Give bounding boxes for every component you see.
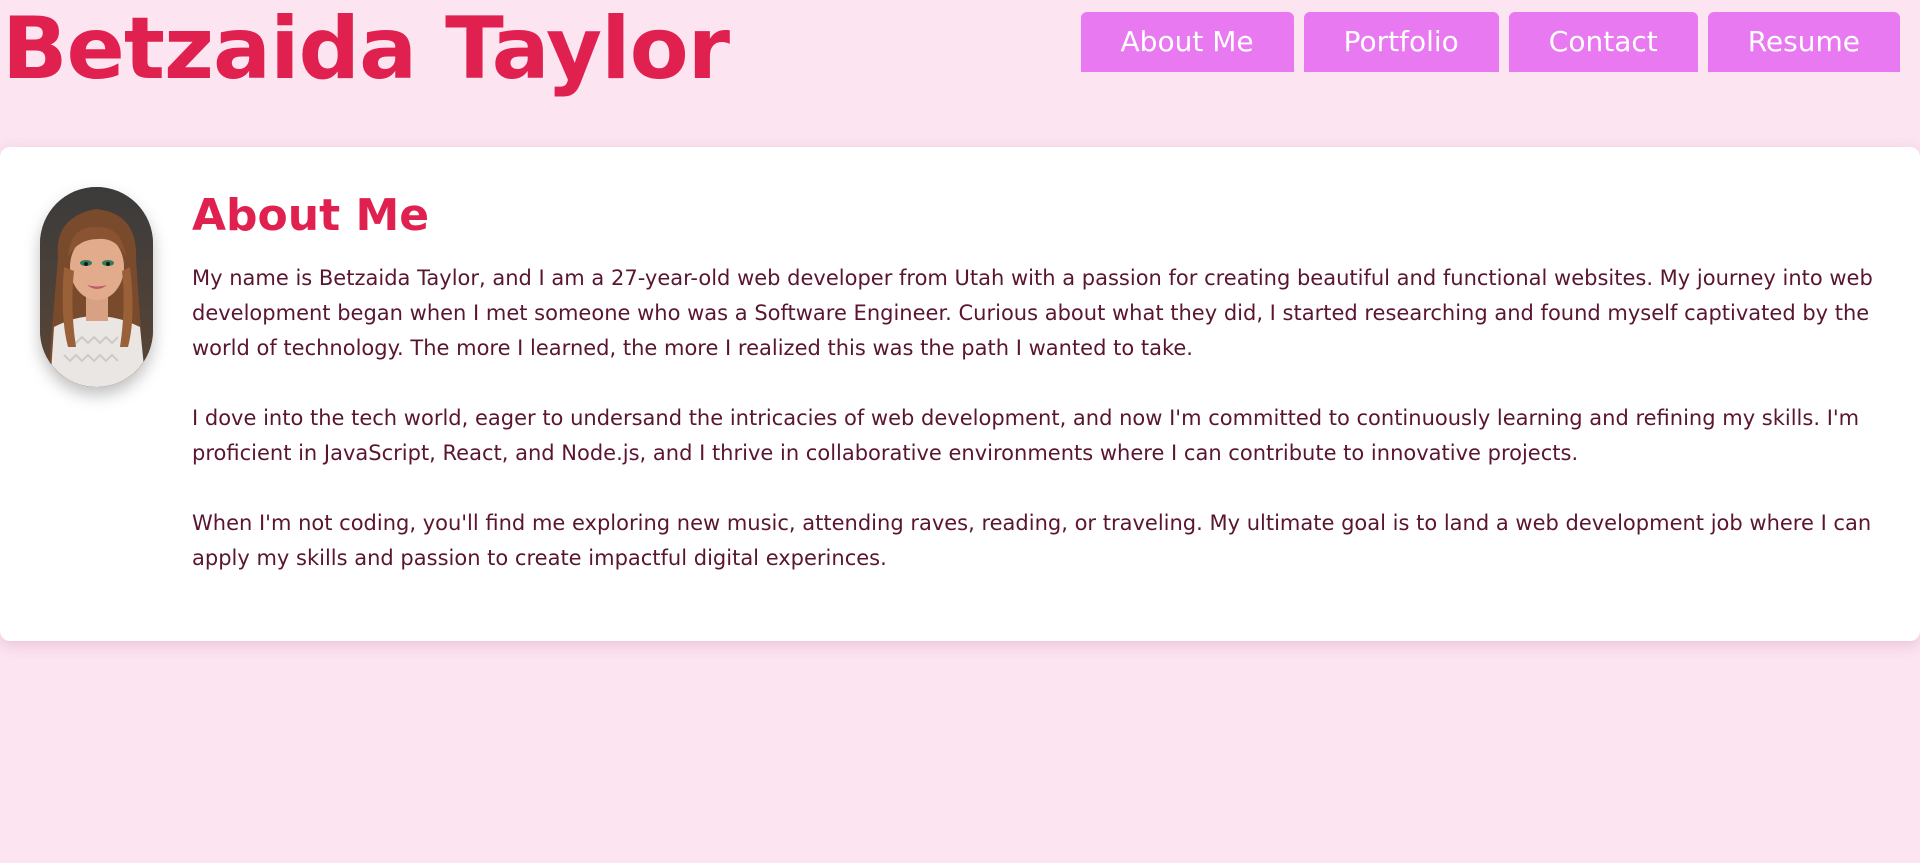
nav-portfolio-button[interactable]: Portfolio [1303,12,1499,72]
nav-about-me-button[interactable]: About Me [1080,12,1294,72]
about-paragraph-2: I dove into the tech world, eager to und… [192,406,1860,465]
about-content: About Me My name is Betzaida Taylor, and… [192,187,1875,611]
about-paragraph-1: My name is Betzaida Taylor, and I am a 2… [192,266,1873,360]
nav-contact-button[interactable]: Contact [1508,12,1698,72]
about-paragraph-3: When I'm not coding, you'll find me expl… [192,511,1872,570]
nav-resume-button[interactable]: Resume [1707,12,1900,72]
site-header: Betzaida Taylor About Me Portfolio Conta… [0,0,1920,130]
profile-avatar [40,187,153,387]
main-nav: About Me Portfolio Contact Resume [1080,12,1900,72]
profile-photo [40,187,153,387]
about-heading: About Me [192,190,430,241]
about-card: About Me My name is Betzaida Taylor, and… [0,147,1920,641]
site-title: Betzaida Taylor [2,0,730,99]
